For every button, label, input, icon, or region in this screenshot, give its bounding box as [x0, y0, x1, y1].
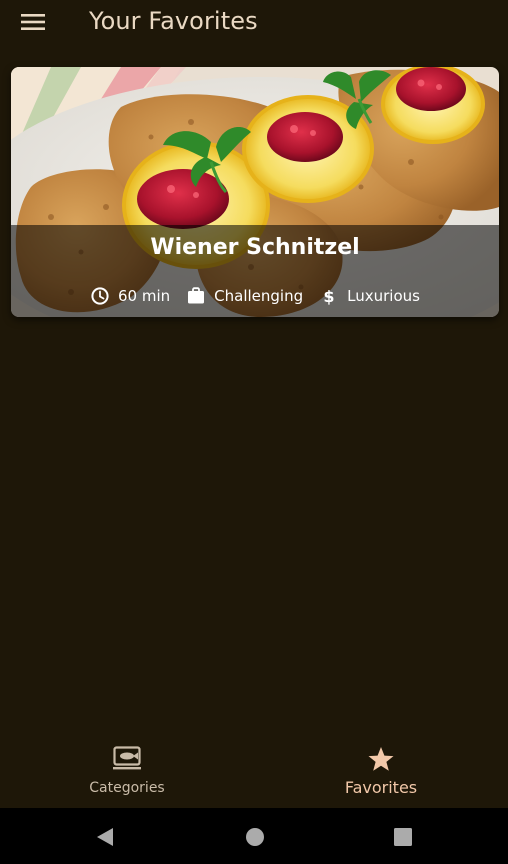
- meal-card[interactable]: Wiener Schnitzel 60 min Challenging $ Lu…: [11, 67, 499, 317]
- dollar-icon: $: [319, 286, 339, 306]
- meal-meta-row: 60 min Challenging $ Luxurious: [11, 285, 499, 307]
- nav-item-favorites[interactable]: Favorites: [254, 734, 508, 808]
- app-bar: Your Favorites: [0, 0, 508, 44]
- system-back-button[interactable]: [90, 824, 120, 850]
- set-meal-icon: [0, 746, 254, 772]
- back-triangle-icon: [97, 828, 113, 846]
- meal-title: Wiener Schnitzel: [150, 235, 360, 260]
- system-home-button[interactable]: [240, 824, 270, 850]
- recents-square-icon: [394, 828, 412, 846]
- page-title: Your Favorites: [89, 7, 258, 35]
- meal-complexity: Challenging: [186, 285, 303, 307]
- home-circle-icon: [246, 828, 264, 846]
- bottom-navigation: Categories Favorites: [0, 734, 508, 808]
- star-icon: [254, 746, 508, 772]
- clock-icon: [90, 286, 110, 306]
- meal-duration-text: 60 min: [118, 287, 171, 305]
- menu-button[interactable]: [18, 8, 48, 36]
- meal-affordability: $ Luxurious: [319, 285, 420, 307]
- nav-label-categories: Categories: [89, 780, 165, 796]
- nav-label-favorites: Favorites: [344, 778, 418, 797]
- menu-icon: [21, 14, 45, 30]
- briefcase-icon: [186, 286, 206, 306]
- meal-affordability-text: Luxurious: [347, 287, 420, 305]
- system-recents-button[interactable]: [388, 824, 418, 850]
- meal-complexity-text: Challenging: [214, 287, 304, 305]
- svg-text:$: $: [324, 287, 335, 306]
- nav-item-categories[interactable]: Categories: [0, 734, 254, 808]
- system-navigation-bar: [0, 808, 508, 864]
- meal-duration: 60 min: [90, 285, 170, 307]
